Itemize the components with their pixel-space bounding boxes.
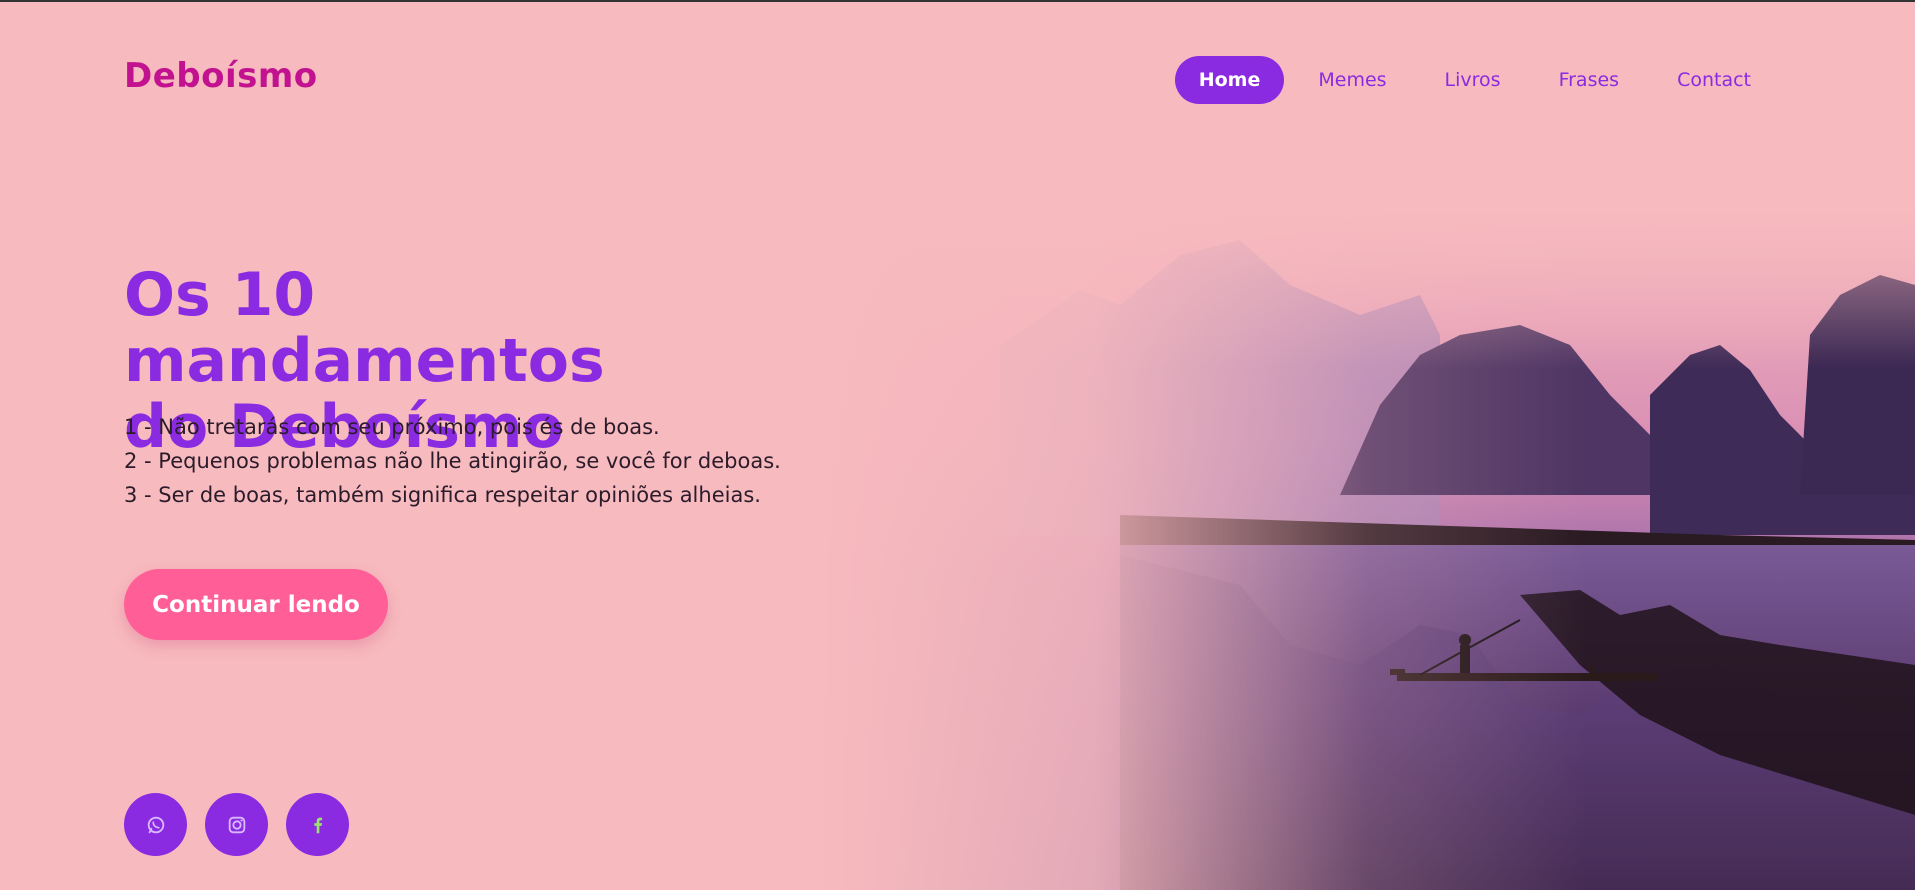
commandment-item: 3 - Ser de boas, também significa respei… [124,483,761,507]
continue-reading-button[interactable]: Continuar lendo [124,569,388,640]
facebook-icon [313,817,322,833]
whatsapp-icon [147,816,164,833]
nav-item-contact[interactable]: Contact [1653,56,1775,104]
commandments-list: 1 - Não tretarás com seu próximo, pois é… [124,410,804,512]
instagram-icon [228,816,245,833]
brand-logo[interactable]: Deboísmo [124,56,318,96]
social-links [124,793,349,856]
nav-item-memes[interactable]: Memes [1294,56,1410,104]
nav-item-livros[interactable]: Livros [1421,56,1525,104]
nav-item-home[interactable]: Home [1174,56,1285,104]
commandment-item: 1 - Não tretarás com seu próximo, pois é… [124,415,660,439]
main-nav: Home Memes Livros Frases Contact [1174,56,1775,104]
top-border [0,0,1915,2]
nav-item-frases[interactable]: Frases [1535,56,1644,104]
commandment-item: 2 - Pequenos problemas não lhe atingirão… [124,449,781,473]
whatsapp-button[interactable] [124,793,187,856]
hero-image [820,195,1915,890]
facebook-button[interactable] [286,793,349,856]
mountain-lake-illustration [820,195,1915,890]
instagram-button[interactable] [205,793,268,856]
hero-title-line-1: Os 10 mandamentos [124,260,605,396]
page: Deboísmo Home Memes Livros Frases Contac… [0,0,1915,890]
